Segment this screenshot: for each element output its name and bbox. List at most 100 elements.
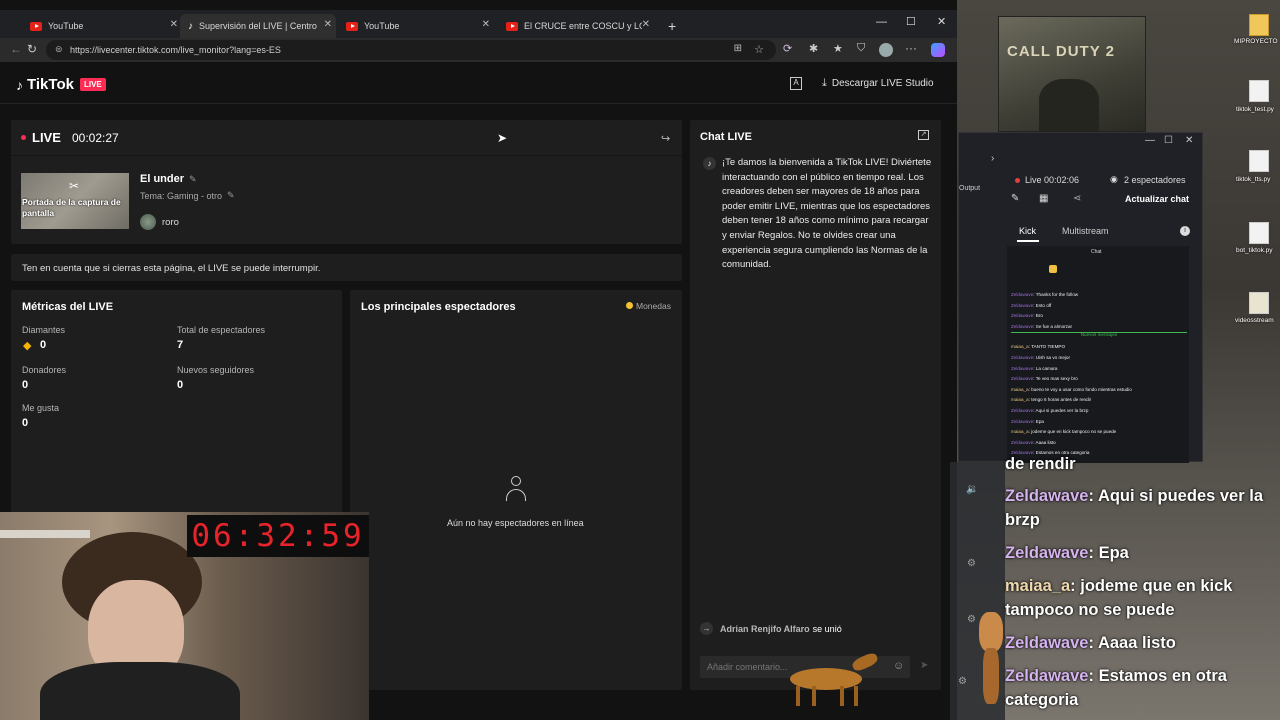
- menu-icon[interactable]: ···: [905, 41, 917, 55]
- edit-icon[interactable]: ✎: [189, 174, 197, 185]
- ceiling-fan: [0, 530, 90, 538]
- edit-icon[interactable]: ✎: [227, 190, 235, 201]
- file-icon[interactable]: [1249, 14, 1269, 36]
- tab-tiktok-live[interactable]: ♪ Supervisión del LIVE | Centro LIVE ✕: [180, 14, 336, 38]
- empty-user-icon: [506, 476, 526, 502]
- cover-thumbnail[interactable]: ✂ Portada de la captura de pantalla: [21, 173, 129, 229]
- maximize-icon[interactable]: ☐: [906, 15, 916, 28]
- user-avatar: [140, 214, 156, 230]
- coin-icon: [626, 302, 633, 309]
- chevron-right-icon[interactable]: ›: [991, 153, 994, 164]
- metric-label-donors: Donadores: [22, 365, 67, 375]
- stream-timer: 06:32:59: [187, 515, 369, 557]
- metric-value-donors: 0: [22, 379, 29, 391]
- tab-title: El CRUCE entre COSCU y LOLO M: [524, 21, 642, 31]
- shield-icon[interactable]: ⛉: [857, 42, 865, 55]
- chat-message: maiaa_a: TANTO TIEMPO: [1011, 344, 1066, 350]
- tiktok-icon: ♪: [703, 157, 716, 170]
- chat-live-panel: Chat LIVE ↗ ♪ ¡Te damos la bienvenida a …: [690, 120, 941, 690]
- chat-message: Zeldawave: Aaaa listo: [1011, 439, 1056, 445]
- obs-chat-messages: Zeldawave: Thanks for the follow Zeldawa…: [1011, 290, 1187, 459]
- new-tab-button[interactable]: +: [660, 14, 680, 38]
- copilot-icon[interactable]: [931, 43, 945, 57]
- overlay-chat-line: Zeldawave: Aqui si puedes ver la brzp: [1005, 487, 1263, 529]
- chat-message: maiaa_a: jodeme que en kick tampoco no s…: [1011, 429, 1117, 435]
- send-icon[interactable]: ➤: [920, 660, 928, 671]
- close-icon[interactable]: ✕: [170, 19, 178, 30]
- minimize-icon[interactable]: —: [876, 16, 887, 28]
- live-status-header: LIVE 00:02:27 ↪: [11, 120, 682, 156]
- share-icon[interactable]: ⋖: [1073, 193, 1081, 204]
- info-icon[interactable]: i: [1180, 226, 1190, 236]
- tab-youtube-3[interactable]: El CRUCE entre COSCU y LOLO M ✕: [498, 14, 654, 38]
- diamond-icon: ◆: [23, 340, 32, 352]
- overlay-chat-line: de rendir: [1005, 455, 1076, 473]
- desktop-icon-label: tiktok_tts.py: [1236, 176, 1271, 183]
- scissors-icon: ✂: [69, 179, 80, 193]
- maximize-icon[interactable]: ☐: [1164, 135, 1173, 146]
- gear-icon[interactable]: ⚙: [958, 676, 967, 687]
- tiktok-logo[interactable]: ♪ TikTok LIVE: [16, 76, 106, 93]
- star-icon[interactable]: ☆: [754, 43, 764, 56]
- film-icon[interactable]: ▦: [1039, 193, 1048, 204]
- file-icon[interactable]: [1249, 222, 1269, 244]
- metrics-title: Métricas del LIVE: [22, 301, 114, 313]
- metric-label-new-followers: Nuevos seguidores: [177, 365, 255, 375]
- update-chat-button[interactable]: Actualizar chat: [1125, 194, 1189, 204]
- chat-message: maiaa_a: tengo 6 horas antes de rendir: [1011, 397, 1092, 403]
- minimize-icon[interactable]: —: [1145, 135, 1155, 146]
- live-dot: [1015, 178, 1020, 183]
- gear-icon[interactable]: ⚙: [967, 558, 976, 569]
- chat-message: Zeldawave: Thanks for the follow: [1011, 292, 1079, 297]
- window-close-icon[interactable]: ✕: [937, 15, 946, 28]
- download-live-studio-button[interactable]: ⤓ Descargar LIVE Studio: [822, 77, 934, 90]
- tiktok-icon: ♪: [16, 76, 23, 93]
- overlay-chat-line: maiaa_a: jodeme que en kick tampoco no s…: [1005, 577, 1233, 619]
- tab-multistream[interactable]: Multistream: [1062, 226, 1109, 236]
- file-icon[interactable]: [1249, 292, 1269, 314]
- tab-title: Supervisión del LIVE | Centro LIVE: [199, 21, 317, 31]
- file-icon[interactable]: [1249, 150, 1269, 172]
- close-icon[interactable]: ✕: [482, 19, 490, 30]
- apps-icon[interactable]: ⊞: [734, 43, 742, 54]
- window-close-icon[interactable]: ✕: [1185, 135, 1193, 146]
- translate-icon[interactable]: A: [790, 77, 802, 90]
- top-viewers-card: Los principales espectadores Monedas Aún…: [350, 290, 682, 690]
- tab-youtube-2[interactable]: YouTube ✕: [338, 14, 494, 38]
- url-input[interactable]: ⊜ https://livecenter.tiktok.com/live_mon…: [46, 40, 776, 60]
- username: roro: [162, 216, 179, 228]
- close-icon[interactable]: ✕: [642, 19, 650, 30]
- popout-icon[interactable]: ↗: [918, 130, 929, 140]
- chat-message: maiaa_a: bueno te voy a usar como fondo …: [1011, 386, 1132, 392]
- profile-icon[interactable]: [879, 43, 893, 57]
- lock-icon: ⊜: [55, 44, 63, 54]
- tab-kick[interactable]: Kick: [1019, 226, 1036, 236]
- overlay-chat-line: Zeldawave: Estamos en otra categoria: [1005, 667, 1227, 709]
- warning-text: Ten en cuenta que si cierras esta página…: [22, 263, 321, 274]
- tab-youtube-1[interactable]: YouTube ✕: [22, 14, 178, 38]
- back-icon[interactable]: ←: [10, 42, 22, 56]
- chat-message: Zeldawave: Aqui si puedes ver la brzp: [1011, 407, 1089, 413]
- emoji-icon[interactable]: ☺: [893, 660, 904, 672]
- tab-title: YouTube: [48, 21, 84, 31]
- tiktok-icon: ♪: [188, 20, 193, 32]
- chat-message: Zeldawave: Epa: [1011, 418, 1044, 424]
- file-icon[interactable]: [1249, 80, 1269, 102]
- close-icon[interactable]: ✕: [324, 19, 332, 30]
- chat-label: Chat: [1091, 249, 1102, 255]
- puzzle-icon[interactable]: ✱: [809, 42, 818, 55]
- warning-banner: Ten en cuenta que si cierras esta página…: [11, 254, 682, 281]
- favorites-icon[interactable]: ★: [833, 42, 843, 55]
- tiktok-header: ♪ TikTok LIVE A ⤓ Descargar LIVE Studio: [0, 62, 957, 104]
- extensions-icon[interactable]: ⟳: [783, 42, 792, 55]
- pencil-icon[interactable]: ✎: [1011, 193, 1019, 204]
- join-message: → Adrian Renjifo Alfaro se unió: [700, 622, 842, 635]
- overlay-chat-line: Zeldawave: Aaaa listo: [1005, 634, 1176, 652]
- reload-icon[interactable]: ↻: [27, 42, 37, 56]
- volume-icon[interactable]: 🔉: [966, 484, 978, 495]
- new-messages-divider: Nuevos mensajes: [1011, 332, 1187, 342]
- chat-title: Chat LIVE: [700, 131, 752, 143]
- chat-message: Zeldawave: Bro: [1011, 313, 1043, 319]
- metric-value-diamonds: 0: [40, 339, 47, 351]
- share-icon[interactable]: ↪: [661, 132, 670, 145]
